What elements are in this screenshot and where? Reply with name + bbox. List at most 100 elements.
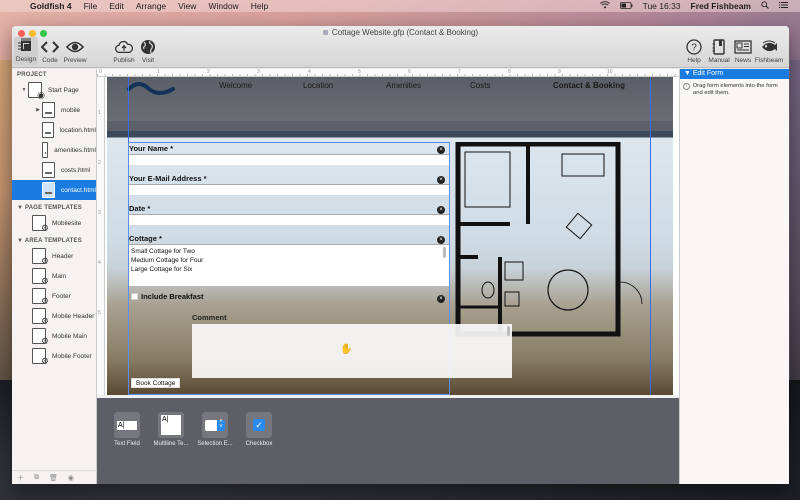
preview-label: Preview [63,57,87,64]
news-button[interactable]: News [731,38,755,64]
sidebar-item-main[interactable]: ⚙ Main [12,266,96,286]
date-label: Date * [129,204,151,213]
cottage-option[interactable]: Small Cottage for Two [131,247,447,256]
fishbeam-button[interactable]: Fishbeam [754,38,784,64]
edit-form-heading[interactable]: ▼ Edit Form [680,69,789,79]
textarea-scrollbar[interactable] [507,326,510,336]
breakfast-label: Include Breakfast [141,292,204,301]
palette-selection-element[interactable]: ˄ ˅ Selection E... [197,412,233,447]
sidebar-item-mobile-main[interactable]: ⚙ Mobile Main [12,326,96,346]
menu-window[interactable]: Window [208,1,238,11]
cottage-option[interactable]: Large Cottage for Six [131,265,447,274]
floor-plan-image [455,142,643,337]
sidebar-item-amenities[interactable]: amenities.html [12,140,96,160]
menu-help[interactable]: Help [251,1,268,11]
nav-contact-booking[interactable]: Contact & Booking [553,81,625,90]
sidebar-item-contact[interactable]: contact.html [12,180,96,200]
text-field-icon: A| [114,412,140,438]
sidebar-item-footer[interactable]: ⚙ Footer [12,286,96,306]
remove-name-field-icon[interactable]: × [437,146,445,154]
template-icon: ⚙ [32,248,49,266]
nav-location[interactable]: Location [303,81,333,90]
cottage-label: Cottage * [129,234,162,243]
page-templates-heading[interactable]: ▼ PAGE TEMPLATES [12,202,96,213]
news-icon [734,38,752,56]
news-label: News [734,57,752,64]
select-scrollbar[interactable] [443,247,446,258]
code-button[interactable]: Code [38,38,62,64]
duplicate-icon[interactable]: ⧉ [34,474,39,482]
menu-arrange[interactable]: Arrange [136,1,166,11]
nav-costs[interactable]: Costs [470,81,490,90]
sidebar-item-mobile-footer[interactable]: ⚙ Mobile Footer [12,346,96,366]
battery-icon[interactable] [619,1,633,11]
sidebar-item-start-page[interactable]: ▼ ◉ Start Page [12,80,96,100]
ruler-number: 3 [257,69,260,75]
fishbeam-label: Fishbeam [754,57,784,64]
booking-form[interactable]: Your Name * × Your E-Mail Address * × Da… [128,142,512,395]
remove-cottage-field-icon[interactable]: × [437,236,445,244]
remove-email-field-icon[interactable]: × [437,176,445,184]
notification-center-icon[interactable] [779,1,788,11]
comment-textarea[interactable]: ✋ [192,324,512,378]
start-page-icon: ◉ [28,82,45,100]
design-button[interactable]: Design [14,37,38,65]
book-cottage-button[interactable]: Book Cottage [131,378,181,388]
visit-button[interactable]: Visit [136,38,160,64]
wifi-icon[interactable] [599,1,610,11]
menu-view[interactable]: View [178,1,196,11]
menu-file[interactable]: File [84,1,98,11]
trash-icon[interactable]: 🗑 [49,474,58,482]
palette-label: Selection E... [197,441,233,447]
publish-label: Publish [113,57,135,64]
clock[interactable]: Tue 16:33 [643,1,681,11]
remove-breakfast-field-icon[interactable]: × [437,295,445,303]
edit-form-heading-text: Edit Form [692,70,724,77]
area-templates-heading[interactable]: ▼ AREA TEMPLATES [12,235,96,246]
breakfast-checkbox[interactable] [131,293,138,300]
page-icon [42,162,55,178]
date-input[interactable] [129,214,449,225]
sidebar-item-location[interactable]: location.html [12,120,96,140]
palette-label: Multiline Te... [153,441,189,447]
manual-button[interactable]: Manual [707,38,731,64]
template-icon: ⚙ [32,288,49,306]
sidebar-item-costs[interactable]: costs.html [12,160,96,180]
sidebar-item-header[interactable]: ⚙ Header [12,246,96,266]
spotlight-search-icon[interactable] [761,1,769,11]
sidebar-item-mobile[interactable]: ▶ mobile [12,100,96,120]
add-icon[interactable]: ＋ [17,473,24,483]
design-canvas[interactable]: Welcome Location Amenities Costs Contact… [105,77,679,395]
comment-label: Comment [192,313,227,322]
help-button[interactable]: ? Help [682,38,706,64]
app-window: Cottage Website.gfp (Contact & Booking) … [12,26,789,484]
sidebar-item-mobile-header[interactable]: ⚙ Mobile Header [12,306,96,326]
disclosure-expanded-icon[interactable]: ▼ [20,87,28,93]
user-name[interactable]: Fred Fishbeam [691,1,751,11]
name-input[interactable] [129,154,449,165]
menu-edit[interactable]: Edit [109,1,124,11]
publish-button[interactable]: Publish [112,38,136,64]
site-logo [127,82,175,95]
palette-checkbox[interactable]: ✓ Checkbox [244,412,274,447]
preview-button[interactable]: Preview [63,38,87,64]
nav-welcome[interactable]: Welcome [219,81,252,90]
remove-date-field-icon[interactable]: × [437,206,445,214]
nav-amenities[interactable]: Amenities [386,81,421,90]
visibility-icon[interactable]: ◉ [68,474,74,482]
menu-app-name[interactable]: Goldfish 4 [30,1,72,11]
email-input[interactable] [129,184,449,195]
visit-label: Visit [141,57,155,64]
cottage-select[interactable]: Small Cottage for Two Medium Cottage for… [129,244,449,286]
document-proxy-icon[interactable] [322,30,328,36]
page-templates-heading-text: PAGE TEMPLATES [25,205,82,211]
palette-text-field[interactable]: A| Text Field [112,412,142,447]
window-title: Cottage Website.gfp (Contact & Booking) [12,28,789,37]
manual-icon [710,38,728,56]
sidebar-item-mobilesite[interactable]: ⚙ Mobilesite [12,213,96,233]
palette-multiline-text[interactable]: A| Multiline Te... [153,412,189,447]
disclosure-collapsed-icon[interactable]: ▶ [34,107,42,113]
project-heading: PROJECT [17,72,47,78]
template-icon: ⚙ [32,308,49,326]
cottage-option[interactable]: Medium Cottage for Four [131,256,447,265]
